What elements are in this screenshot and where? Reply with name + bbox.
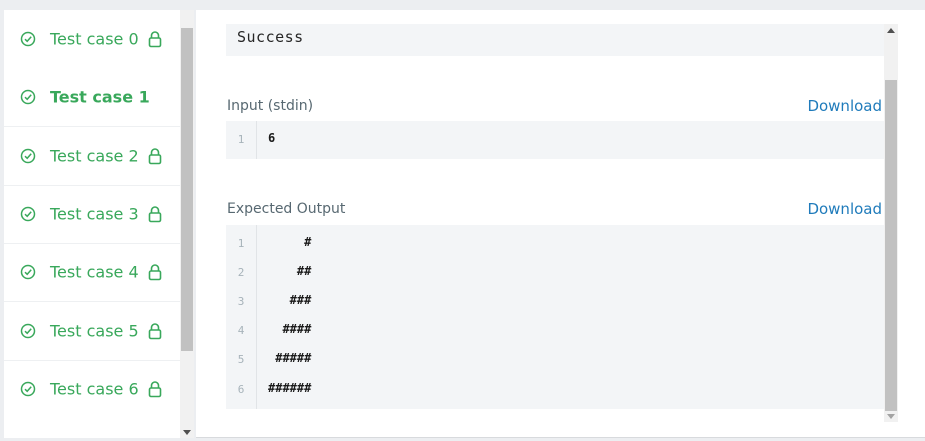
expected-output-download-link[interactable]: Download bbox=[807, 200, 882, 218]
code-line: 4 #### bbox=[226, 316, 884, 345]
line-number: 1 bbox=[237, 237, 245, 250]
code-text: ###### bbox=[268, 381, 312, 395]
test-case-0[interactable]: Test case 0 bbox=[4, 10, 180, 68]
test-case-label: Test case 0 bbox=[50, 29, 139, 49]
test-case-4[interactable]: Test case 4 bbox=[4, 243, 180, 301]
code-text: ### bbox=[268, 293, 312, 307]
check-circle-icon bbox=[20, 206, 36, 222]
lock-icon bbox=[148, 381, 162, 398]
test-case-3[interactable]: Test case 3 bbox=[4, 185, 180, 243]
check-circle-icon bbox=[20, 31, 36, 47]
test-case-label: Test case 3 bbox=[50, 204, 139, 224]
status-box: Success bbox=[226, 24, 884, 56]
lock-icon bbox=[148, 264, 162, 281]
check-circle-icon bbox=[20, 381, 36, 397]
scroll-down-arrow-icon[interactable] bbox=[887, 414, 895, 419]
test-case-list: Test case 0 Test case 1 Test case 2 Test… bbox=[4, 10, 180, 438]
line-number: 4 bbox=[237, 324, 245, 337]
code-text: ## bbox=[268, 264, 312, 278]
check-circle-icon bbox=[20, 264, 36, 280]
code-line: 5 ##### bbox=[226, 345, 884, 374]
expected-output-label: Expected Output bbox=[227, 201, 346, 217]
expected-output-code-block: 1 # 2 ## 3 ### 4 #### 5 ##### 6 ###### bbox=[226, 225, 884, 409]
input-download-link[interactable]: Download bbox=[807, 97, 882, 115]
input-code-block: 1 6 bbox=[226, 121, 884, 159]
code-line: 1 # bbox=[226, 229, 884, 258]
test-case-label: Test case 5 bbox=[50, 321, 139, 341]
status-text: Success bbox=[237, 28, 304, 46]
test-case-label: Test case 2 bbox=[50, 146, 139, 166]
test-case-label: Test case 1 bbox=[50, 87, 150, 107]
test-case-6[interactable]: Test case 6 bbox=[4, 360, 180, 418]
code-text: 6 bbox=[268, 131, 276, 145]
code-line: 2 ## bbox=[226, 258, 884, 287]
scrollbar-thumb[interactable] bbox=[885, 80, 897, 411]
test-case-list-scrollbar[interactable] bbox=[180, 10, 194, 438]
lock-icon bbox=[148, 323, 162, 340]
code-text: # bbox=[268, 235, 312, 249]
result-panel-scrollbar[interactable] bbox=[884, 24, 898, 422]
test-case-1[interactable]: Test case 1 bbox=[4, 68, 180, 126]
panel-bottom-border bbox=[196, 437, 925, 438]
test-case-2[interactable]: Test case 2 bbox=[4, 127, 180, 185]
test-case-label: Test case 4 bbox=[50, 262, 139, 282]
code-text: #### bbox=[268, 322, 312, 336]
scroll-down-arrow-icon[interactable] bbox=[183, 430, 191, 435]
scrollbar-thumb[interactable] bbox=[181, 28, 193, 351]
test-case-5[interactable]: Test case 5 bbox=[4, 302, 180, 360]
line-number: 1 bbox=[237, 133, 245, 146]
check-circle-icon bbox=[20, 323, 36, 339]
test-case-panel: Test case 0 Test case 1 Test case 2 Test… bbox=[4, 10, 194, 438]
line-number: 2 bbox=[237, 266, 245, 279]
test-case-label: Test case 6 bbox=[50, 379, 139, 399]
lock-icon bbox=[148, 148, 162, 165]
line-number: 3 bbox=[237, 295, 245, 308]
scroll-up-arrow-icon[interactable] bbox=[887, 28, 895, 33]
code-line: 3 ### bbox=[226, 287, 884, 316]
line-number: 5 bbox=[237, 353, 245, 366]
lock-icon bbox=[148, 31, 162, 48]
check-circle-icon bbox=[20, 89, 36, 105]
code-text: ##### bbox=[268, 351, 312, 365]
code-line: 1 6 bbox=[226, 125, 884, 154]
lock-icon bbox=[148, 206, 162, 223]
input-label: Input (stdin) bbox=[227, 98, 314, 114]
check-circle-icon bbox=[20, 148, 36, 164]
code-line: 6 ###### bbox=[226, 375, 884, 404]
line-number: 6 bbox=[237, 383, 245, 396]
result-panel: Success Input (stdin) Download 1 6 Expec… bbox=[196, 10, 925, 438]
